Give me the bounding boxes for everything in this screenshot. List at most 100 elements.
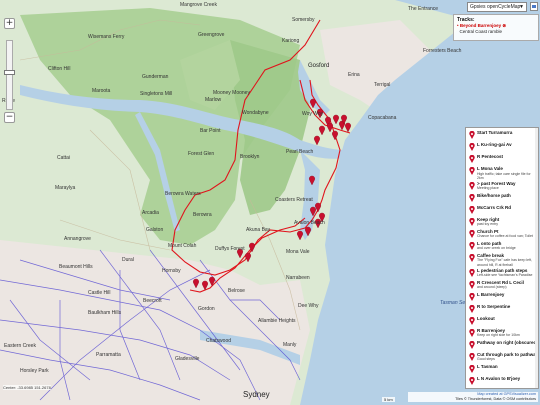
place-label: Cattai bbox=[57, 155, 71, 161]
place-label: Somersby bbox=[292, 17, 315, 23]
place-label: Berowra bbox=[193, 212, 212, 218]
waypoint-item[interactable]: L N Avalon to B'joey bbox=[468, 376, 537, 387]
map-pin-icon bbox=[469, 217, 475, 226]
waypoint-item[interactable]: Lookout bbox=[468, 316, 537, 327]
zoom-out-button[interactable]: − bbox=[5, 113, 14, 122]
track-label: Beyond Barrenjoey bbox=[459, 23, 502, 28]
waypoint-title: L Ku-ring-gai Av bbox=[477, 142, 512, 147]
place-label: Maroota bbox=[92, 88, 111, 94]
place-label: Parramatta bbox=[96, 352, 121, 358]
waypoint-list[interactable]: Start Turramurra L Ku-ring-gai Av R Pentec… bbox=[465, 127, 539, 389]
place-label: Manly bbox=[283, 342, 297, 348]
waypoint-note: The "Flying Fox" cafe has keep left, aro… bbox=[477, 258, 533, 267]
place-label: Mangrove Creek bbox=[180, 2, 217, 8]
place-label: Gosford bbox=[308, 63, 330, 69]
waypoint-title: L N Avalon to B'joey bbox=[477, 375, 521, 381]
waypoint-title: Bike/horse path bbox=[477, 192, 511, 198]
waypoint-note: Keep on right side for 10km bbox=[477, 333, 520, 338]
waypoint-item[interactable]: L Mona Vale High traffic; take care singl… bbox=[468, 166, 537, 180]
place-label: Terrigal bbox=[374, 82, 391, 88]
place-label: Forresters Beach bbox=[423, 48, 462, 54]
waypoint-item[interactable]: Start Turramurra bbox=[468, 130, 537, 141]
track-item-central-coast[interactable]: Central Coast ramble bbox=[457, 29, 535, 35]
place-label: Singletons Mill bbox=[140, 91, 173, 97]
place-label: Berowra Waters bbox=[165, 191, 201, 197]
map-pin-icon bbox=[469, 376, 475, 385]
chevron-down-icon: ▼ bbox=[519, 4, 524, 10]
waypoint-title: McCarrs Crk Rd bbox=[477, 204, 512, 210]
place-label: Dural bbox=[122, 257, 134, 263]
tracks-panel: Tracks: • Beyond Barrenjoey ⊗ Central Co… bbox=[453, 14, 539, 41]
place-label: Greengrove bbox=[198, 32, 225, 38]
waypoint-item[interactable]: Church Pt Chance for coffee at food van; … bbox=[468, 229, 537, 240]
waypoint-item[interactable]: R Crescent Rd L Cecil and around (steep) bbox=[468, 280, 537, 291]
waypoint-note: and around (steep) bbox=[477, 285, 507, 290]
place-label: Clifton Hill bbox=[48, 66, 71, 72]
place-label: Baulkham Hills bbox=[88, 310, 122, 316]
map-pin-icon bbox=[469, 143, 475, 151]
waypoint-item[interactable]: Cut through park to pathway Good steps bbox=[468, 352, 538, 363]
map-canvas[interactable] bbox=[0, 0, 540, 405]
place-label: Dee Why bbox=[298, 303, 319, 309]
waypoint-item[interactable]: L Ku-ring-gai Av bbox=[468, 142, 537, 153]
waypoint-item[interactable]: R to Serpentine bbox=[468, 304, 537, 315]
zoom-slider-handle[interactable] bbox=[4, 70, 15, 75]
zoom-in-button[interactable]: + bbox=[5, 19, 14, 28]
place-label: Castle Hill bbox=[88, 290, 111, 296]
place-label: Erina bbox=[348, 72, 360, 78]
waypoint-title: L Tasman bbox=[477, 363, 498, 369]
place-label: Brooklyn bbox=[240, 154, 260, 160]
map-pin-icon bbox=[469, 304, 475, 313]
waypoint-item[interactable]: Bike/horse path bbox=[468, 193, 537, 204]
layer-select[interactable]: Gpsies openCycleMap ▼ bbox=[467, 2, 527, 12]
waypoint-note: past toy entry bbox=[477, 222, 499, 227]
place-label: Akuna Bay bbox=[246, 227, 271, 233]
place-label: Wondabyne bbox=[242, 110, 269, 116]
scrollbar[interactable] bbox=[535, 128, 538, 388]
waypoint-item[interactable]: > past Forest Way Meeting place bbox=[468, 181, 537, 192]
place-label: Forest Glen bbox=[188, 151, 215, 157]
waypoint-note: Good steps bbox=[477, 357, 495, 362]
place-label: Woy Woy bbox=[302, 111, 324, 117]
zoom-slider[interactable] bbox=[6, 40, 13, 110]
layers-icon[interactable] bbox=[530, 2, 538, 11]
place-label: Allambie Heights bbox=[258, 318, 296, 324]
waypoint-note: and over creek on bridge bbox=[477, 246, 516, 251]
place-label: Narrabeen bbox=[286, 275, 310, 281]
map-pin-icon bbox=[469, 268, 475, 277]
place-label: Belrose bbox=[228, 288, 245, 294]
place-label: Arcadia bbox=[142, 210, 159, 216]
waypoint-item[interactable]: L onto path and over creek on bridge bbox=[468, 241, 537, 252]
waypoint-item[interactable]: Pathway on right (obscured) bbox=[468, 339, 538, 351]
waypoint-note: High traffic; take care single file for … bbox=[477, 171, 531, 180]
waypoint-item[interactable]: L pedestrian path steps Left-side see Yac… bbox=[468, 268, 537, 279]
place-label: Chatswood bbox=[206, 338, 232, 344]
place-label: Gordon bbox=[198, 306, 215, 312]
place-label: Beaumont Hills bbox=[59, 264, 93, 270]
waypoint-item[interactable]: Keep right past toy entry bbox=[468, 217, 537, 228]
place-label: Tasman Sea bbox=[440, 300, 468, 306]
place-label: Beecroft bbox=[143, 298, 162, 304]
map-pin-icon bbox=[469, 181, 475, 190]
attribution: Map created at GPSVisualizer.com Tiles ©… bbox=[408, 392, 538, 402]
place-label: Avalon Beach bbox=[294, 220, 325, 226]
waypoint-title: L Barrenjoey bbox=[477, 291, 505, 297]
waypoint-title: Pathway on right (obscured) bbox=[477, 339, 538, 345]
place-label: Wisemans Ferry bbox=[88, 34, 125, 40]
place-label: Bar Point bbox=[200, 128, 221, 134]
place-label: Copacabana bbox=[368, 115, 397, 121]
place-label: The Entrance bbox=[408, 6, 439, 12]
map-pin-icon bbox=[469, 364, 475, 373]
waypoint-item[interactable]: Caffee break The "Flying Fox" cafe has ke… bbox=[468, 253, 537, 267]
map-pin-icon bbox=[469, 253, 475, 262]
place-label: Coasters Retreat bbox=[275, 197, 313, 203]
waypoint-item[interactable]: R Barrenjoey Keep on right side for 10km bbox=[468, 328, 537, 339]
track-label: Central Coast ramble bbox=[459, 29, 503, 34]
waypoint-item[interactable]: L Tasman bbox=[468, 364, 537, 375]
map-pin-icon bbox=[469, 340, 475, 349]
waypoint-title: Start Turramurra bbox=[477, 130, 513, 135]
waypoint-title: Lookout bbox=[477, 315, 495, 321]
waypoint-item[interactable]: McCarrs Crk Rd bbox=[468, 205, 537, 216]
waypoint-item[interactable]: L Barrenjoey bbox=[468, 292, 537, 303]
waypoint-item[interactable]: R Pentecost bbox=[468, 154, 537, 165]
